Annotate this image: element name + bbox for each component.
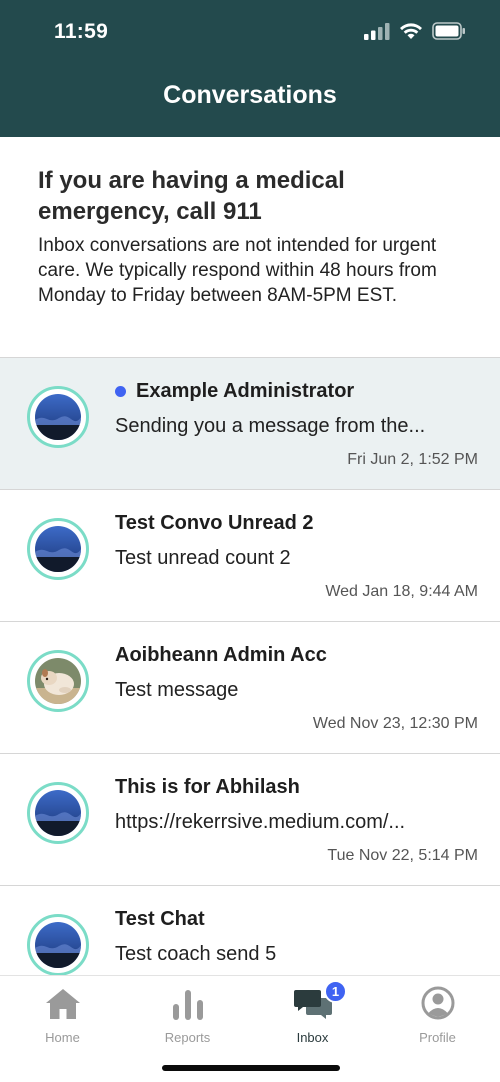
dog-avatar-icon [35,658,81,704]
contact-name-text: This is for Abhilash [115,776,300,798]
wifi-icon [400,23,422,39]
landscape-avatar-icon [35,394,81,440]
status-time: 11:59 [54,20,109,43]
tab-home-label: Home [45,1030,80,1045]
landscape-avatar-icon [35,790,81,836]
unread-dot-icon [115,386,126,397]
avatar [27,518,89,580]
contact-name: Aoibheann Admin Acc [115,644,327,667]
tab-reports[interactable]: Reports [125,984,250,1045]
avatar [27,782,89,844]
battery-icon [432,22,465,40]
conversation-row[interactable]: Test Convo Unread 2 Test unread count 2 … [0,490,500,622]
status-icons [364,22,466,40]
home-icon [45,989,80,1019]
landscape-avatar-icon [35,526,81,572]
landscape-avatar-icon [35,922,81,968]
signal-icon [364,23,390,40]
message-preview: Test coach send 5 [115,943,277,965]
emergency-notice: If you are having a medical emergency, c… [0,137,500,358]
notice-title: If you are having a medical emergency, c… [38,167,345,225]
avatar [27,914,89,976]
conversation-row[interactable]: This is for Abhilash https://rekerrsive.… [0,754,500,886]
contact-name: This is for Abhilash [115,776,300,799]
message-time: Tue Nov 22, 5:14 PM [327,847,478,864]
bar-chart-icon [172,990,203,1020]
conversation-row[interactable]: Example Administrator Sending you a mess… [0,358,500,490]
contact-name: Test Convo Unread 2 [115,512,314,535]
page-title: Conversations [163,81,337,109]
message-preview: Test unread count 2 [115,547,291,569]
home-indicator [162,1065,340,1071]
contact-name-text: Test Convo Unread 2 [115,512,314,534]
contact-name: Example Administrator [115,380,354,403]
conversation-list: Example Administrator Sending you a mess… [0,358,500,1018]
tab-reports-label: Reports [164,1030,211,1045]
tab-inbox-label: Inbox [296,1030,329,1045]
tab-home[interactable]: Home [0,984,125,1045]
tab-inbox[interactable]: 1 Inbox [250,980,375,1045]
avatar [27,650,89,712]
contact-name: Test Chat [115,908,205,931]
conversation-row[interactable]: Aoibheann Admin Acc Test message Wed Nov… [0,622,500,754]
profile-icon [421,986,454,1020]
message-preview: Sending you a message from the... [115,415,426,437]
tab-profile[interactable]: Profile [375,984,500,1045]
message-preview: Test message [115,679,239,701]
message-time: Wed Nov 23, 12:30 PM [312,715,478,732]
tab-profile-label: Profile [419,1030,456,1045]
message-time: Fri Jun 2, 1:52 PM [347,451,478,468]
contact-name-text: Test Chat [115,908,205,930]
message-preview: https://rekerrsive.medium.com/... [115,811,406,833]
message-time: Wed Jan 18, 9:44 AM [325,583,478,600]
notice-body: Inbox conversations are not intended for… [38,235,437,306]
avatar [27,386,89,448]
unread-count-badge: 1 [324,980,347,1003]
contact-name-text: Example Administrator [136,380,355,402]
app-header: 11:59 Conversations [0,0,500,137]
contact-name-text: Aoibheann Admin Acc [115,644,327,666]
